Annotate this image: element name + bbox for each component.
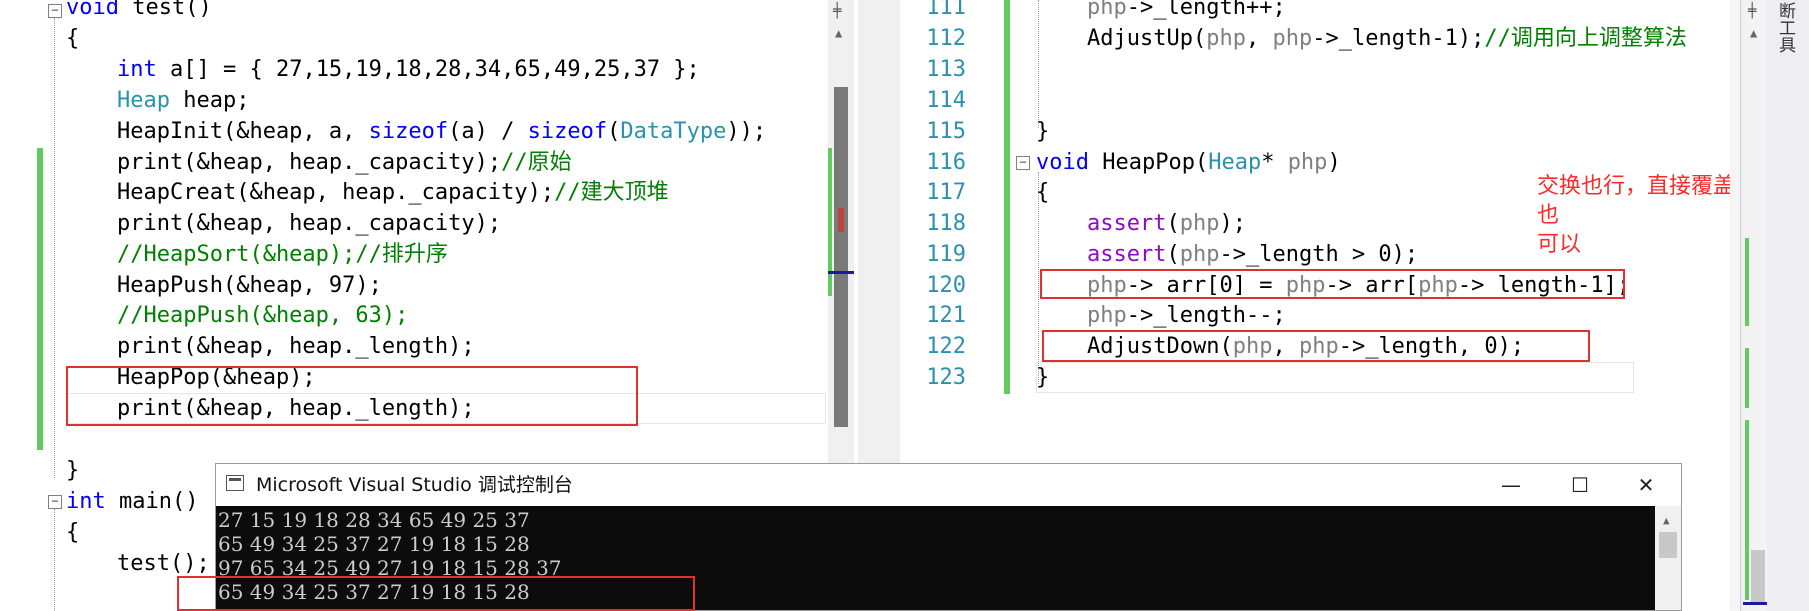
close-button[interactable]: ✕	[1611, 464, 1681, 506]
tool-strip-label[interactable]: 断工具	[1773, 2, 1795, 53]
scroll-up-arrow[interactable]: ▲	[1750, 26, 1757, 40]
line-number: 113	[926, 57, 966, 82]
highlight-box	[1042, 330, 1590, 362]
collapse-toggle[interactable]: −	[1016, 156, 1030, 170]
line-number: 112	[926, 26, 966, 51]
code-line[interactable]: void test()	[66, 0, 212, 23]
code-line[interactable]: print(&heap, heap._length);	[117, 331, 475, 362]
line-number: 122	[926, 334, 966, 359]
line-number: 117	[926, 180, 966, 205]
change-marker	[1745, 238, 1749, 326]
code-line[interactable]: }	[66, 455, 79, 486]
line-number: 123	[926, 365, 966, 390]
line-number: 116	[926, 150, 966, 175]
split-icon[interactable]: ╪	[1748, 3, 1756, 19]
code-line[interactable]: }	[1036, 362, 1049, 393]
code-line[interactable]: int a[] = { 27,15,19,18,28,34,65,49,25,3…	[117, 54, 700, 85]
line-number: 111	[926, 0, 966, 20]
change-bar	[1004, 0, 1010, 394]
collapse-toggle[interactable]: −	[48, 495, 62, 509]
console-title-bar[interactable]: Microsoft Visual Studio 调试控制台 — ☐ ✕	[216, 464, 1681, 506]
code-line[interactable]: print(&heap, heap._capacity);	[117, 208, 501, 239]
code-line[interactable]: Heap heap;	[117, 85, 249, 116]
code-line[interactable]: int main()	[66, 486, 198, 517]
highlight-box	[1040, 269, 1625, 299]
console-app-icon	[226, 475, 244, 491]
scroll-thumb[interactable]	[1751, 550, 1765, 602]
code-line[interactable]: assert(php->_length > 0);	[1087, 239, 1418, 270]
scroll-up-arrow[interactable]: ▲	[1663, 514, 1670, 527]
scroll-thumb[interactable]	[1659, 532, 1677, 558]
scope-guide	[54, 509, 55, 611]
right-scroll-track[interactable]: ╪ ▲	[1743, 0, 1767, 611]
scope-guide	[54, 18, 55, 478]
highlight-box	[177, 576, 695, 611]
error-marker	[838, 208, 844, 232]
line-number: 121	[926, 303, 966, 328]
console-scrollbar[interactable]: ▲	[1655, 506, 1681, 610]
code-line[interactable]: php->_length--;	[1087, 300, 1286, 331]
maximize-button[interactable]: ☐	[1545, 464, 1615, 506]
scope-guide	[1038, 0, 1039, 128]
code-line[interactable]: void HeapPop(Heap* php)	[1036, 147, 1341, 178]
code-line[interactable]: php->_length++;	[1087, 0, 1286, 23]
console-title: Microsoft Visual Studio 调试控制台	[256, 474, 573, 496]
scroll-up-arrow[interactable]: ▲	[835, 26, 842, 40]
console-output-line: 27 15 19 18 28 34 65 49 25 37	[218, 508, 530, 532]
code-line[interactable]: {	[66, 517, 79, 548]
change-marker	[1745, 420, 1749, 600]
code-line[interactable]: assert(php);	[1087, 208, 1246, 239]
scroll-thumb[interactable]	[834, 87, 848, 427]
change-marker	[1745, 348, 1749, 408]
line-number: 114	[926, 88, 966, 113]
highlight-box	[66, 366, 638, 426]
code-line[interactable]: //HeapPush(&heap, 63);	[117, 300, 408, 331]
split-icon[interactable]: ╪	[833, 3, 841, 19]
code-line[interactable]: {	[66, 23, 79, 54]
code-line[interactable]: test();	[117, 548, 210, 579]
current-line-highlight	[1036, 362, 1634, 393]
code-line[interactable]: HeapCreat(&heap, heap._capacity);//建大顶堆	[117, 177, 669, 208]
console-output-line: 65 49 34 25 37 27 19 18 15 28	[218, 532, 530, 556]
code-line[interactable]: HeapInit(&heap, a, sizeof(a) / sizeof(Da…	[117, 116, 766, 147]
change-bar	[37, 148, 43, 450]
line-number: 120	[926, 273, 966, 298]
line-number: 118	[926, 211, 966, 236]
vertical-scrollbar[interactable]	[1730, 0, 1740, 611]
collapse-toggle[interactable]: −	[48, 4, 62, 18]
side-toolbar[interactable]: ╪ ▲ 断工具	[1740, 0, 1809, 611]
code-line[interactable]: {	[1036, 177, 1049, 208]
line-number: 115	[926, 119, 966, 144]
minimize-button[interactable]: —	[1476, 464, 1546, 506]
code-line[interactable]: }	[1036, 116, 1049, 147]
annotation-text: 交换也行，直接覆盖也 可以	[1537, 174, 1736, 257]
code-line[interactable]: print(&heap, heap._capacity);//原始	[117, 147, 572, 178]
code-line[interactable]: AdjustUp(php, php->_length-1);//调用向上调整算法	[1087, 23, 1687, 54]
caret-marker	[1743, 602, 1767, 605]
line-number: 119	[926, 242, 966, 267]
caret-marker	[828, 271, 854, 274]
code-line[interactable]: HeapPush(&heap, 97);	[117, 270, 382, 301]
code-line[interactable]: //HeapSort(&heap);//排升序	[117, 239, 448, 270]
